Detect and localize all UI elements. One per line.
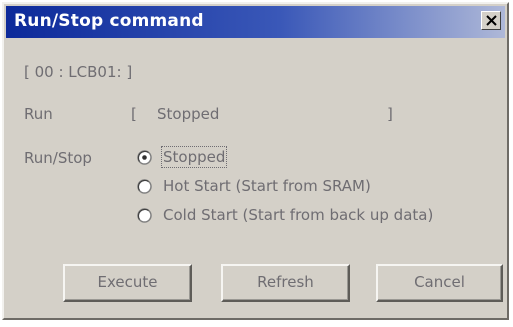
refresh-button[interactable]: Refresh bbox=[221, 264, 350, 302]
run-status-value: Stopped bbox=[157, 105, 220, 123]
radio-hot-start[interactable] bbox=[137, 179, 152, 194]
close-icon bbox=[486, 15, 497, 26]
radio-cold-start[interactable] bbox=[137, 208, 152, 223]
radio-unselected-icon bbox=[137, 208, 152, 223]
radio-stopped-label[interactable]: Stopped bbox=[160, 146, 228, 168]
run-status-label: Run bbox=[24, 105, 53, 123]
radio-stopped[interactable] bbox=[137, 150, 152, 165]
cancel-button[interactable]: Cancel bbox=[376, 264, 503, 302]
radio-hot-start-label[interactable]: Hot Start (Start from SRAM) bbox=[163, 177, 371, 195]
radio-unselected-icon bbox=[137, 179, 152, 194]
execute-button[interactable]: Execute bbox=[63, 264, 192, 302]
run-stop-label: Run/Stop bbox=[24, 149, 92, 167]
radio-selected-icon bbox=[137, 150, 152, 165]
title-bar[interactable]: Run/Stop command bbox=[6, 6, 505, 38]
run-status-close-bracket: ] bbox=[387, 105, 393, 123]
run-stop-dialog: Run/Stop command [ 00 : LCB01: ] Run [ S… bbox=[2, 2, 509, 320]
station-id-label: [ 00 : LCB01: ] bbox=[24, 63, 133, 81]
window-title: Run/Stop command bbox=[14, 11, 204, 31]
close-button[interactable] bbox=[481, 11, 501, 30]
run-status-open-bracket: [ bbox=[131, 105, 137, 123]
radio-cold-start-label[interactable]: Cold Start (Start from back up data) bbox=[163, 206, 433, 224]
